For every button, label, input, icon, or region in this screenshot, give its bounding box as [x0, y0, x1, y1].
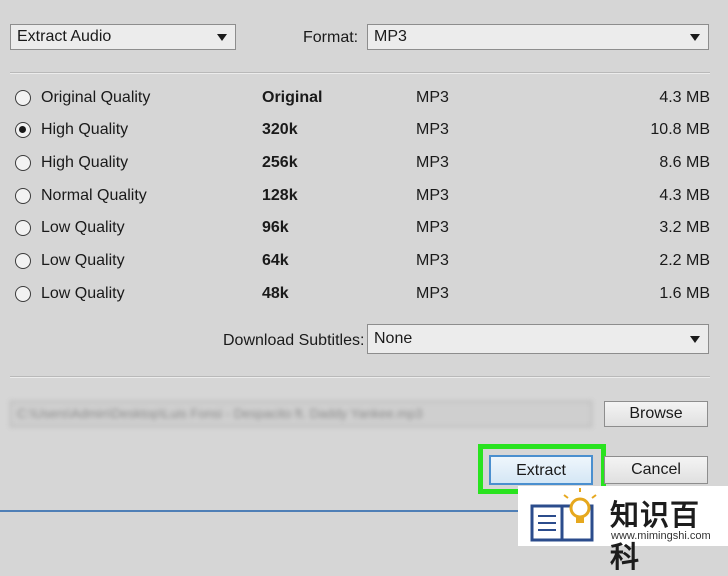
- mode-dropdown[interactable]: Extract Audio: [10, 24, 236, 50]
- radio-button[interactable]: [15, 286, 31, 302]
- radio-button[interactable]: [15, 155, 31, 171]
- quality-size: 1.6 MB: [659, 285, 710, 302]
- chevron-down-icon: [690, 336, 700, 343]
- quality-option[interactable]: High Quality 320k MP3 10.8 MB: [0, 115, 728, 147]
- cancel-button[interactable]: Cancel: [604, 456, 708, 484]
- extract-button[interactable]: Extract: [489, 455, 593, 485]
- mode-dropdown-value: Extract Audio: [17, 28, 112, 45]
- format-dropdown-value: MP3: [374, 28, 407, 45]
- quality-bitrate: Original: [262, 89, 323, 106]
- quality-label: Low Quality: [41, 285, 125, 302]
- quality-size: 4.3 MB: [659, 187, 710, 204]
- quality-option[interactable]: Original Quality Original MP3 4.3 MB: [0, 83, 728, 115]
- subtitles-dropdown[interactable]: None: [367, 324, 709, 354]
- quality-size: 8.6 MB: [659, 154, 710, 171]
- quality-bitrate: 48k: [262, 285, 289, 302]
- quality-label: Low Quality: [41, 219, 125, 236]
- quality-label: High Quality: [41, 121, 129, 138]
- quality-size: 10.8 MB: [650, 121, 710, 138]
- quality-bitrate: 64k: [262, 252, 289, 269]
- radio-button[interactable]: [15, 90, 31, 106]
- quality-format: MP3: [416, 89, 449, 106]
- radio-button[interactable]: [15, 220, 31, 236]
- quality-bitrate: 128k: [262, 187, 298, 204]
- format-dropdown[interactable]: MP3: [367, 24, 709, 50]
- radio-button[interactable]: [15, 188, 31, 204]
- subtitles-dropdown-value: None: [374, 330, 413, 347]
- quality-format: MP3: [416, 154, 449, 171]
- divider: [10, 376, 710, 378]
- subtitles-label: Download Subtitles:: [223, 332, 365, 349]
- quality-bitrate: 256k: [262, 154, 298, 171]
- divider: [10, 72, 710, 74]
- quality-format: MP3: [416, 219, 449, 236]
- quality-format: MP3: [416, 285, 449, 302]
- quality-option[interactable]: Low Quality 96k MP3 3.2 MB: [0, 213, 728, 245]
- quality-format: MP3: [416, 121, 449, 138]
- chevron-down-icon: [217, 34, 227, 41]
- watermark: 知识百科 www.mimingshi.com: [518, 486, 728, 574]
- quality-size: 2.2 MB: [659, 252, 710, 269]
- browse-button[interactable]: Browse: [604, 401, 708, 427]
- book-lightbulb-icon: [530, 488, 597, 542]
- chevron-down-icon: [690, 34, 700, 41]
- quality-bitrate: 96k: [262, 219, 289, 236]
- quality-size: 4.3 MB: [659, 89, 710, 106]
- format-label: Format:: [303, 29, 359, 46]
- watermark-url: www.mimingshi.com: [611, 530, 711, 542]
- quality-size: 3.2 MB: [659, 219, 710, 236]
- quality-option[interactable]: Low Quality 64k MP3 2.2 MB: [0, 246, 728, 278]
- quality-bitrate: 320k: [262, 121, 298, 138]
- quality-option[interactable]: Low Quality 48k MP3 1.6 MB: [0, 279, 728, 311]
- quality-label: High Quality: [41, 154, 129, 171]
- output-path-field[interactable]: C:\Users\Admin\Desktop\Luis Fonsi - Desp…: [10, 401, 592, 427]
- quality-label: Normal Quality: [41, 187, 147, 204]
- quality-format: MP3: [416, 187, 449, 204]
- quality-label: Original Quality: [41, 89, 151, 106]
- quality-option[interactable]: High Quality 256k MP3 8.6 MB: [0, 148, 728, 180]
- radio-button[interactable]: [15, 253, 31, 269]
- quality-format: MP3: [416, 252, 449, 269]
- quality-option[interactable]: Normal Quality 128k MP3 4.3 MB: [0, 181, 728, 213]
- quality-label: Low Quality: [41, 252, 125, 269]
- radio-button[interactable]: [15, 122, 31, 138]
